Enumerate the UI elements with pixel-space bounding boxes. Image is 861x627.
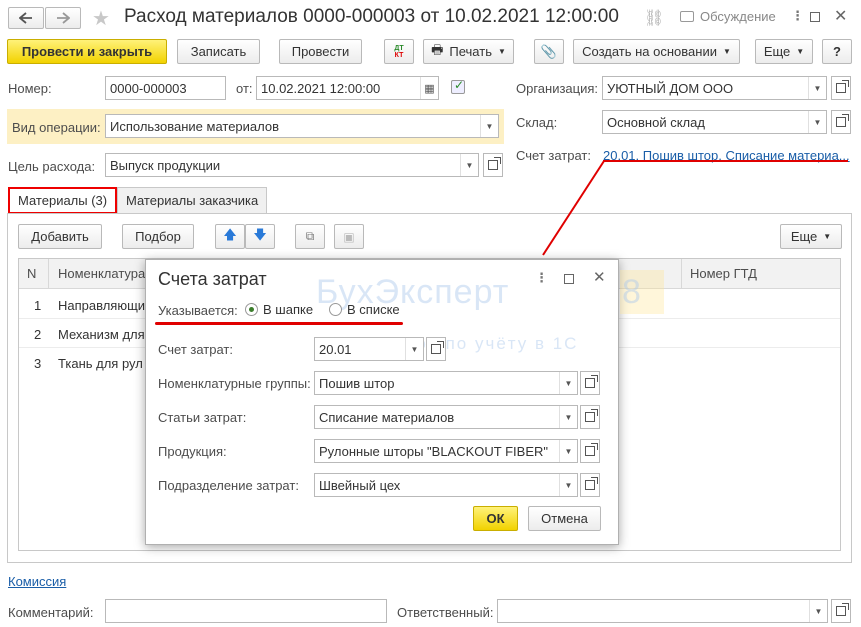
open-icon (585, 409, 598, 422)
costitem-field[interactable]: Списание материалов ▼ (314, 405, 578, 429)
ok-button[interactable]: ОК (473, 506, 518, 531)
radio-header-label: В шапке (263, 302, 314, 317)
open-icon (431, 341, 444, 354)
chevron-down-icon[interactable]: ▼ (559, 406, 577, 428)
dialog-title: Счета затрат (158, 269, 267, 289)
dept-value: Швейный цех (319, 477, 401, 493)
open-icon (585, 375, 598, 388)
open-icon (585, 443, 598, 456)
dialog-more-icon[interactable]: ⋮ (535, 270, 548, 286)
product-label: Продукция: (158, 444, 227, 459)
chevron-down-icon[interactable]: ▼ (559, 474, 577, 496)
product-open-button[interactable] (580, 439, 600, 463)
chevron-down-icon[interactable]: ▼ (405, 338, 423, 360)
chevron-down-icon[interactable]: ▼ (559, 440, 577, 462)
account-field[interactable]: 20.01 ▼ (314, 337, 424, 361)
account-value: 20.01 (319, 341, 352, 357)
dept-field[interactable]: Швейный цех ▼ (314, 473, 578, 497)
costitem-label: Статьи затрат: (158, 410, 247, 425)
cost-accounts-dialog: Счета затрат ⋮ ✕ БухЭксперт 8 а ответов … (145, 259, 664, 545)
radio-selected-icon (245, 303, 258, 316)
specified-underline (155, 322, 403, 325)
costitem-value: Списание материалов (319, 409, 455, 425)
nomgroup-label: Номенклатурные группы: (158, 376, 311, 391)
radio-empty-icon (329, 303, 342, 316)
specified-label: Указывается: (158, 303, 238, 318)
radio-list-label: В списке (347, 302, 400, 317)
nomgroup-open-button[interactable] (580, 371, 600, 395)
account-open-button[interactable] (426, 337, 446, 361)
costitem-open-button[interactable] (580, 405, 600, 429)
nomgroup-field[interactable]: Пошив штор ▼ (314, 371, 578, 395)
dept-open-button[interactable] (580, 473, 600, 497)
dialog-close-icon[interactable]: ✕ (593, 268, 606, 286)
radio-header[interactable]: В шапке (245, 302, 313, 317)
chevron-down-icon[interactable]: ▼ (559, 372, 577, 394)
radio-list[interactable]: В списке (329, 302, 400, 317)
nomgroup-value: Пошив штор (319, 375, 395, 391)
open-icon (585, 477, 598, 490)
watermark-digit: 8 (622, 273, 642, 311)
account-label: Счет затрат: (158, 342, 233, 357)
product-value: Рулонные шторы "BLACKOUT FIBER" (319, 443, 549, 459)
cancel-button[interactable]: Отмена (528, 506, 601, 531)
product-field[interactable]: Рулонные шторы "BLACKOUT FIBER" ▼ (314, 439, 578, 463)
dialog-maximize-icon[interactable] (564, 274, 574, 284)
dept-label: Подразделение затрат: (158, 478, 299, 493)
